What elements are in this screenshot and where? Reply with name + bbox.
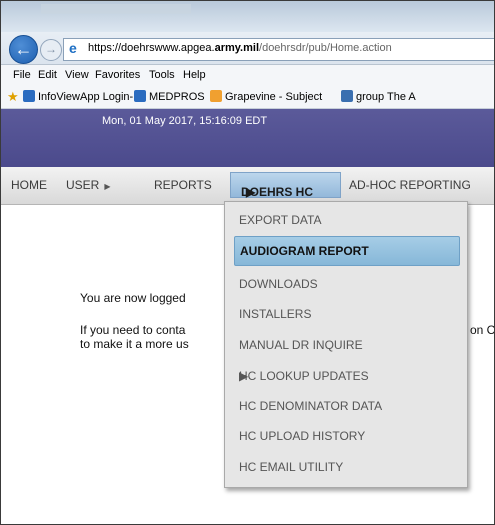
- menu-item-hc-email-utility[interactable]: HC EMAIL UTILITY: [225, 451, 467, 481]
- ie-page-icon: [134, 90, 146, 102]
- chevron-right-icon: ▶: [246, 185, 256, 199]
- header-datetime: Mon, 01 May 2017, 15:16:09 EDT: [102, 115, 268, 127]
- welcome-text: You are now logged: [80, 291, 186, 305]
- menu-file[interactable]: File: [13, 69, 31, 81]
- menu-item-hc-lookup-updates[interactable]: HC LOOKUP UPDATES ▶: [225, 360, 467, 390]
- forward-button[interactable]: →: [40, 39, 62, 61]
- fav-infoview[interactable]: InfoViewApp Login-12: [23, 90, 145, 103]
- nav-adhoc[interactable]: AD-HOC REPORTING: [349, 178, 471, 192]
- menu-favorites[interactable]: Favorites: [95, 69, 140, 81]
- title-bar: [1, 1, 494, 32]
- main-nav: HOME USER ▶ REPORTS DOEHRS HC ▶ AD-HOC REP…: [1, 167, 494, 205]
- grapevine-icon: [210, 90, 222, 102]
- chevron-right-icon: ▶: [104, 182, 111, 191]
- fav-group[interactable]: group The A: [341, 90, 416, 103]
- back-button[interactable]: ←: [9, 35, 38, 64]
- nav-home[interactable]: HOME: [11, 178, 47, 192]
- menu-tools[interactable]: Tools: [149, 69, 175, 81]
- menu-item-audiogram-report[interactable]: AUDIOGRAM REPORT: [234, 236, 460, 266]
- menu-view[interactable]: View: [65, 69, 89, 81]
- doehrs-dropdown-menu: EXPORT DATA AUDIOGRAM REPORT DOWNLOADS I…: [224, 201, 468, 488]
- group-icon: [341, 90, 353, 102]
- fav-grapevine[interactable]: Grapevine - Subject: [210, 90, 322, 103]
- menu-item-manual-dr-inquire[interactable]: MANUAL DR INQUIRE: [225, 329, 467, 359]
- nav-user[interactable]: USER ▶: [66, 178, 111, 192]
- ie-page-icon: [23, 90, 35, 102]
- address-bar[interactable]: e https://doehrswww.apgea.army.mil/doehr…: [63, 38, 494, 61]
- menu-bar: File Edit View Favorites Tools Help: [1, 65, 494, 86]
- address-row: ← → e https://doehrswww.apgea.army.mil/d…: [1, 32, 494, 65]
- contact-text-right: on C: [470, 323, 495, 337]
- menu-item-hc-upload-history[interactable]: HC UPLOAD HISTORY: [225, 420, 467, 450]
- nav-doehrs-hc[interactable]: DOEHRS HC ▶: [230, 172, 341, 199]
- menu-item-installers[interactable]: INSTALLERS: [225, 298, 467, 328]
- contact-text: If you need to conta: [80, 323, 186, 337]
- browser-window: ← → e https://doehrswww.apgea.army.mil/d…: [0, 0, 495, 525]
- menu-help[interactable]: Help: [183, 69, 206, 81]
- page-header: Mon, 01 May 2017, 15:16:09 EDT: [1, 109, 494, 167]
- contact-text-2: to make it a more us: [80, 337, 189, 351]
- favorites-bar: ★ InfoViewApp Login-12 MEDPROS Grapevine…: [1, 86, 494, 109]
- ie-icon: e: [69, 40, 77, 56]
- favorites-star-icon[interactable]: ★: [7, 89, 19, 105]
- chevron-right-icon: ▶: [239, 369, 249, 383]
- url-text: https://doehrswww.apgea.army.mil/doehrsd…: [88, 42, 392, 54]
- fav-medpros[interactable]: MEDPROS: [134, 90, 205, 103]
- menu-edit[interactable]: Edit: [38, 69, 57, 81]
- nav-reports[interactable]: REPORTS: [154, 178, 212, 192]
- menu-item-hc-denominator-data[interactable]: HC DENOMINATOR DATA: [225, 390, 467, 420]
- menu-item-export-data[interactable]: EXPORT DATA: [225, 204, 467, 234]
- menu-item-downloads[interactable]: DOWNLOADS: [225, 268, 467, 298]
